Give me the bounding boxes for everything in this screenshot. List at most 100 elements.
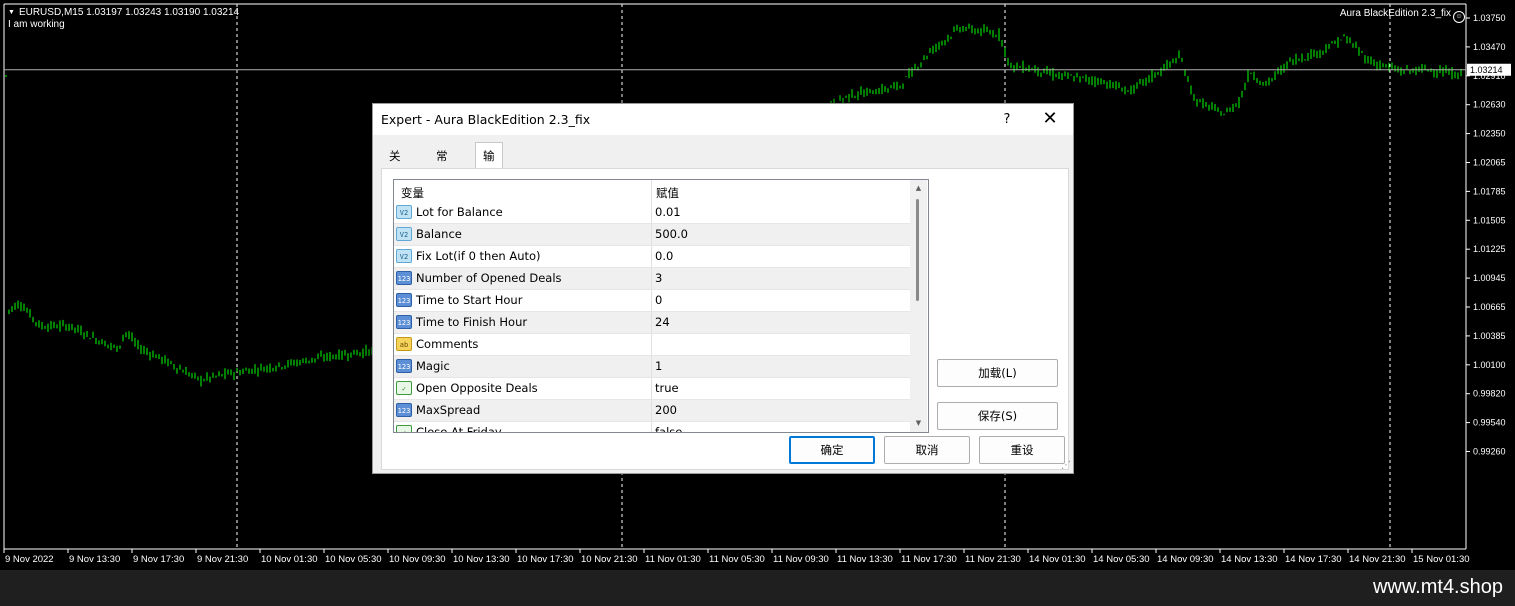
integer-icon: 123: [396, 271, 412, 285]
parameter-value[interactable]: 24: [655, 315, 670, 329]
integer-icon: 123: [396, 359, 412, 373]
price-label: 1.02350: [1473, 129, 1506, 139]
reset-button[interactable]: 重设: [979, 436, 1065, 464]
inputs-grid: 变量 赋值 V2 Lot for Balance 0.01 V2 Balance 500.…: [393, 179, 929, 433]
parameter-name: Balance: [416, 227, 462, 241]
time-label: 10 Nov 21:30: [581, 554, 638, 565]
load-button[interactable]: 加载(L): [937, 359, 1058, 387]
string-icon: ab: [396, 337, 412, 351]
time-label: 11 Nov 09:30: [773, 554, 829, 565]
expert-label[interactable]: Aura BlackEdition 2.3_fix ☺: [1340, 8, 1465, 23]
parameter-name: Comments: [416, 337, 479, 351]
close-icon[interactable]: ✕: [1035, 104, 1065, 135]
table-row[interactable]: ✓ Close At Friday false: [394, 422, 910, 433]
price-label: 1.03470: [1473, 42, 1506, 52]
parameter-value[interactable]: 200: [655, 403, 677, 417]
time-label: 14 Nov 01:30: [1029, 554, 1086, 565]
scroll-thumb[interactable]: [916, 199, 919, 301]
parameter-name: Time to Finish Hour: [416, 315, 528, 329]
cancel-button[interactable]: 取消: [884, 436, 970, 464]
tab-common[interactable]: 常用: [428, 144, 456, 186]
price-label: 1.00665: [1473, 302, 1506, 312]
time-label: 10 Nov 17:30: [517, 554, 574, 565]
table-row[interactable]: 123 Magic 1: [394, 356, 910, 378]
parameter-value[interactable]: 3: [655, 271, 662, 285]
parameter-value[interactable]: 0.0: [655, 249, 673, 263]
integer-icon: 123: [396, 315, 412, 329]
table-row[interactable]: ✓ Open Opposite Deals true: [394, 378, 910, 400]
chart-info: EURUSD,M15 1.03197 1.03243 1.03190 1.032…: [8, 7, 239, 31]
price-label: 1.02630: [1473, 100, 1506, 110]
price-label: 1.00385: [1473, 331, 1506, 341]
time-label: 10 Nov 09:30: [389, 554, 446, 565]
price-label: 0.99540: [1473, 418, 1506, 428]
parameter-value[interactable]: 1: [655, 359, 662, 373]
status-text: I am working: [8, 19, 65, 30]
table-row[interactable]: 123 Time to Start Hour 0: [394, 290, 910, 312]
parameter-name: MaxSpread: [416, 403, 481, 417]
parameter-name: Close At Friday: [416, 425, 502, 433]
column-divider[interactable]: [651, 180, 652, 202]
help-button[interactable]: ?: [993, 104, 1021, 135]
save-button[interactable]: 保存(S): [937, 402, 1058, 430]
table-row[interactable]: V2 Balance 500.0: [394, 224, 910, 246]
parameter-value[interactable]: true: [655, 381, 679, 395]
time-label: 9 Nov 13:30: [69, 554, 120, 565]
column-variable[interactable]: 变量: [401, 185, 424, 201]
cell-divider: [651, 400, 652, 421]
cell-divider: [651, 290, 652, 311]
parameter-value[interactable]: 0.01: [655, 205, 681, 219]
double-icon: V2: [396, 249, 412, 263]
price-label: 1.01785: [1473, 186, 1506, 196]
time-label: 11 Nov 13:30: [837, 554, 893, 565]
parameter-value[interactable]: 0: [655, 293, 662, 307]
table-row[interactable]: V2 Lot for Balance 0.01: [394, 202, 910, 224]
time-label: 11 Nov 01:30: [645, 554, 701, 565]
column-value[interactable]: 赋值: [656, 185, 679, 201]
parameter-name: Number of Opened Deals: [416, 271, 562, 285]
bool-icon: ✓: [396, 381, 412, 395]
price-label: 1.00100: [1473, 360, 1506, 370]
table-row[interactable]: 123 MaxSpread 200: [394, 400, 910, 422]
scroll-up-icon[interactable]: ▲: [910, 180, 927, 197]
dialog-title: Expert - Aura BlackEdition 2.3_fix: [381, 112, 591, 127]
double-icon: V2: [396, 205, 412, 219]
parameter-name: Time to Start Hour: [416, 293, 523, 307]
tab-inputs[interactable]: 输入参数: [475, 142, 503, 244]
time-label: 10 Nov 05:30: [325, 554, 382, 565]
cell-divider: [651, 224, 652, 245]
table-row[interactable]: ab Comments: [394, 334, 910, 356]
time-label: 11 Nov 17:30: [901, 554, 957, 565]
table-row[interactable]: 123 Number of Opened Deals 3: [394, 268, 910, 290]
grid-scrollbar[interactable]: ▲ ▼: [910, 180, 927, 432]
cell-divider: [651, 202, 652, 223]
parameter-name: Lot for Balance: [416, 205, 503, 219]
time-label: 9 Nov 2022: [5, 554, 54, 565]
dialog-titlebar[interactable]: Expert - Aura BlackEdition 2.3_fix ? ✕: [373, 104, 1073, 135]
price-label: 1.01225: [1473, 244, 1506, 254]
scroll-down-icon[interactable]: ▼: [910, 415, 927, 432]
resize-grip-icon[interactable]: ⋰: [1061, 461, 1071, 471]
parameter-value[interactable]: false: [655, 425, 682, 432]
tab-about[interactable]: 关于: [381, 144, 409, 186]
price-label: 1.00945: [1473, 273, 1506, 283]
cell-divider: [651, 422, 652, 432]
time-label: 9 Nov 17:30: [133, 554, 184, 565]
price-label: 0.99260: [1473, 447, 1506, 457]
time-label: 9 Nov 21:30: [197, 554, 248, 565]
cell-divider: [651, 312, 652, 333]
watermark-bar: www.mt4.shop: [0, 570, 1515, 606]
parameter-value[interactable]: 500.0: [655, 227, 688, 241]
time-label: 14 Nov 17:30: [1285, 554, 1342, 565]
inputs-panel: 变量 赋值 V2 Lot for Balance 0.01 V2 Balance 500.…: [381, 168, 1069, 470]
price-label: 1.03750: [1473, 13, 1506, 23]
expert-properties-dialog: Expert - Aura BlackEdition 2.3_fix ? ✕ 关…: [372, 103, 1074, 474]
current-price-label: 1.03214: [1470, 65, 1503, 75]
bool-icon: ✓: [396, 425, 412, 432]
time-label: 14 Nov 05:30: [1093, 554, 1150, 565]
time-label: 11 Nov 21:30: [965, 554, 1021, 565]
cell-divider: [651, 356, 652, 377]
table-row[interactable]: V2 Fix Lot(if 0 then Auto) 0.0: [394, 246, 910, 268]
ok-button[interactable]: 确定: [789, 436, 875, 464]
table-row[interactable]: 123 Time to Finish Hour 24: [394, 312, 910, 334]
